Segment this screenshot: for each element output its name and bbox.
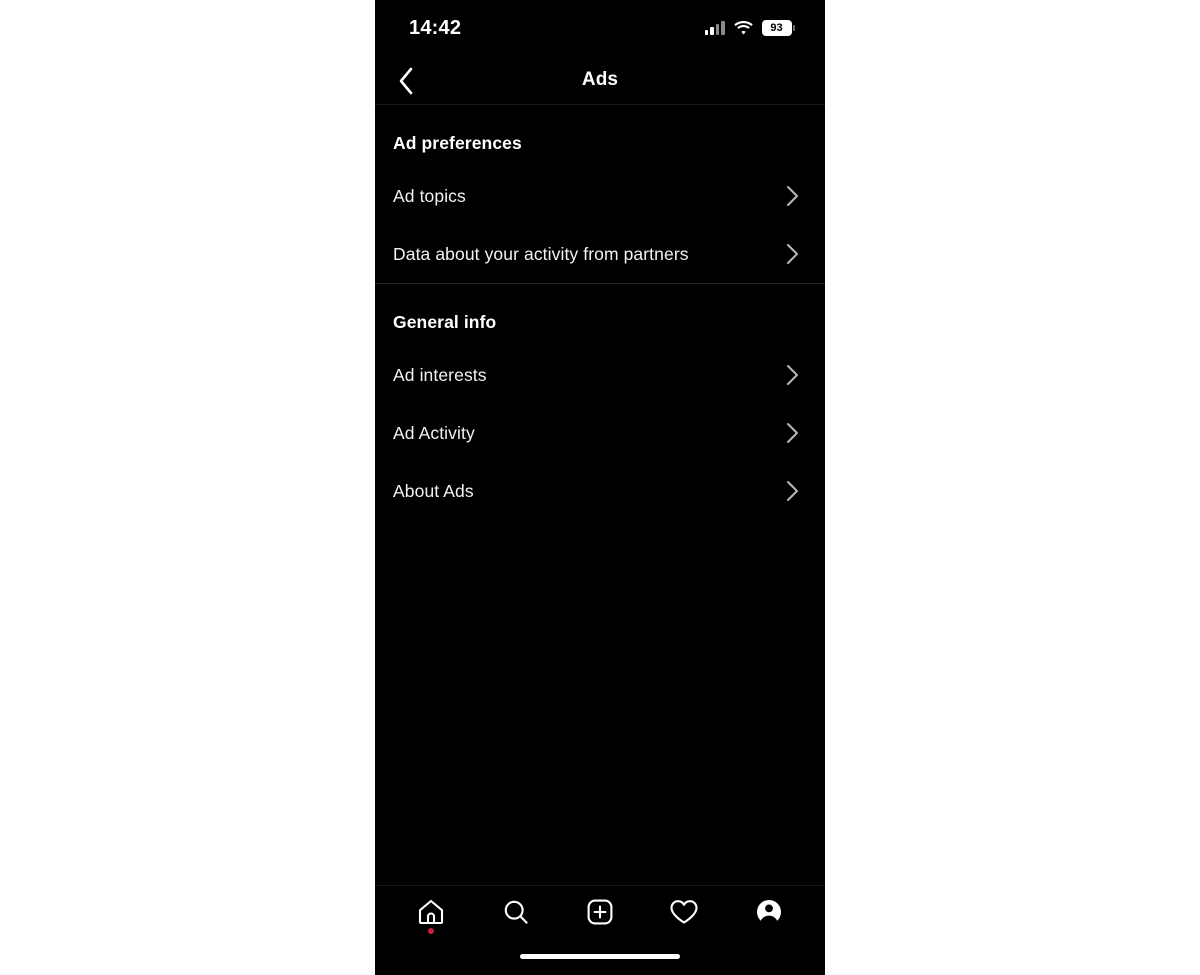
heart-icon [670, 900, 698, 924]
home-notification-badge [428, 927, 435, 934]
home-indicator-area [375, 938, 825, 975]
tab-activity[interactable] [656, 886, 712, 939]
list-item-ad-interests[interactable]: Ad interests [375, 346, 825, 404]
tab-create[interactable] [572, 886, 628, 939]
status-bar-time: 14:42 [409, 16, 462, 39]
page-header: Ads [375, 56, 825, 105]
chevron-right-icon [787, 244, 798, 264]
section-title: General info [393, 312, 497, 332]
list-item-data-about-your-activity-from-partners[interactable]: Data about your activity from partners [375, 225, 825, 283]
tab-profile[interactable] [741, 886, 797, 939]
wifi-icon [733, 21, 753, 35]
screenshot-canvas: 14:42 93 Ads Ad preferences Ad topics Da… [0, 0, 1200, 975]
list-item-label: Data about your activity from partners [393, 243, 689, 264]
home-icon [419, 899, 444, 925]
list-item-label: About Ads [393, 480, 474, 501]
battery-percent-label: 93 [770, 21, 783, 34]
chevron-right-icon [787, 423, 798, 443]
chevron-right-icon [787, 186, 798, 206]
chevron-right-icon [787, 481, 798, 501]
section-ad-preferences: Ad preferences Ad topics Data about your… [375, 105, 825, 283]
chevron-left-icon [399, 67, 413, 94]
cellular-signal-icon [704, 21, 725, 35]
section-general-info: General info Ad interests Ad Activity Ab… [375, 283, 825, 520]
status-bar-indicators: 93 [704, 20, 795, 36]
status-bar: 14:42 93 [375, 0, 825, 56]
battery-icon: 93 [761, 20, 795, 36]
list-item-label: Ad topics [393, 185, 466, 206]
tab-home[interactable] [403, 886, 459, 939]
search-icon [504, 900, 528, 924]
list-item-label: Ad Activity [393, 422, 475, 443]
list-item-ad-topics[interactable]: Ad topics [375, 167, 825, 225]
plus-square-icon [587, 899, 613, 925]
profile-avatar-icon [756, 900, 781, 925]
list-item-label: Ad interests [393, 364, 487, 385]
settings-list: Ad preferences Ad topics Data about your… [375, 105, 825, 885]
home-indicator-bar[interactable] [520, 954, 680, 959]
phone-screen: 14:42 93 Ads Ad preferences Ad topics Da… [375, 0, 825, 975]
list-item-about-ads[interactable]: About Ads [375, 462, 825, 520]
page-title: Ads [581, 69, 619, 90]
tab-search[interactable] [488, 886, 544, 939]
chevron-right-icon [787, 365, 798, 385]
bottom-navigation-bar [375, 885, 825, 938]
back-button[interactable] [383, 56, 429, 105]
list-item-ad-activity[interactable]: Ad Activity [375, 404, 825, 462]
section-title: Ad preferences [393, 133, 522, 153]
